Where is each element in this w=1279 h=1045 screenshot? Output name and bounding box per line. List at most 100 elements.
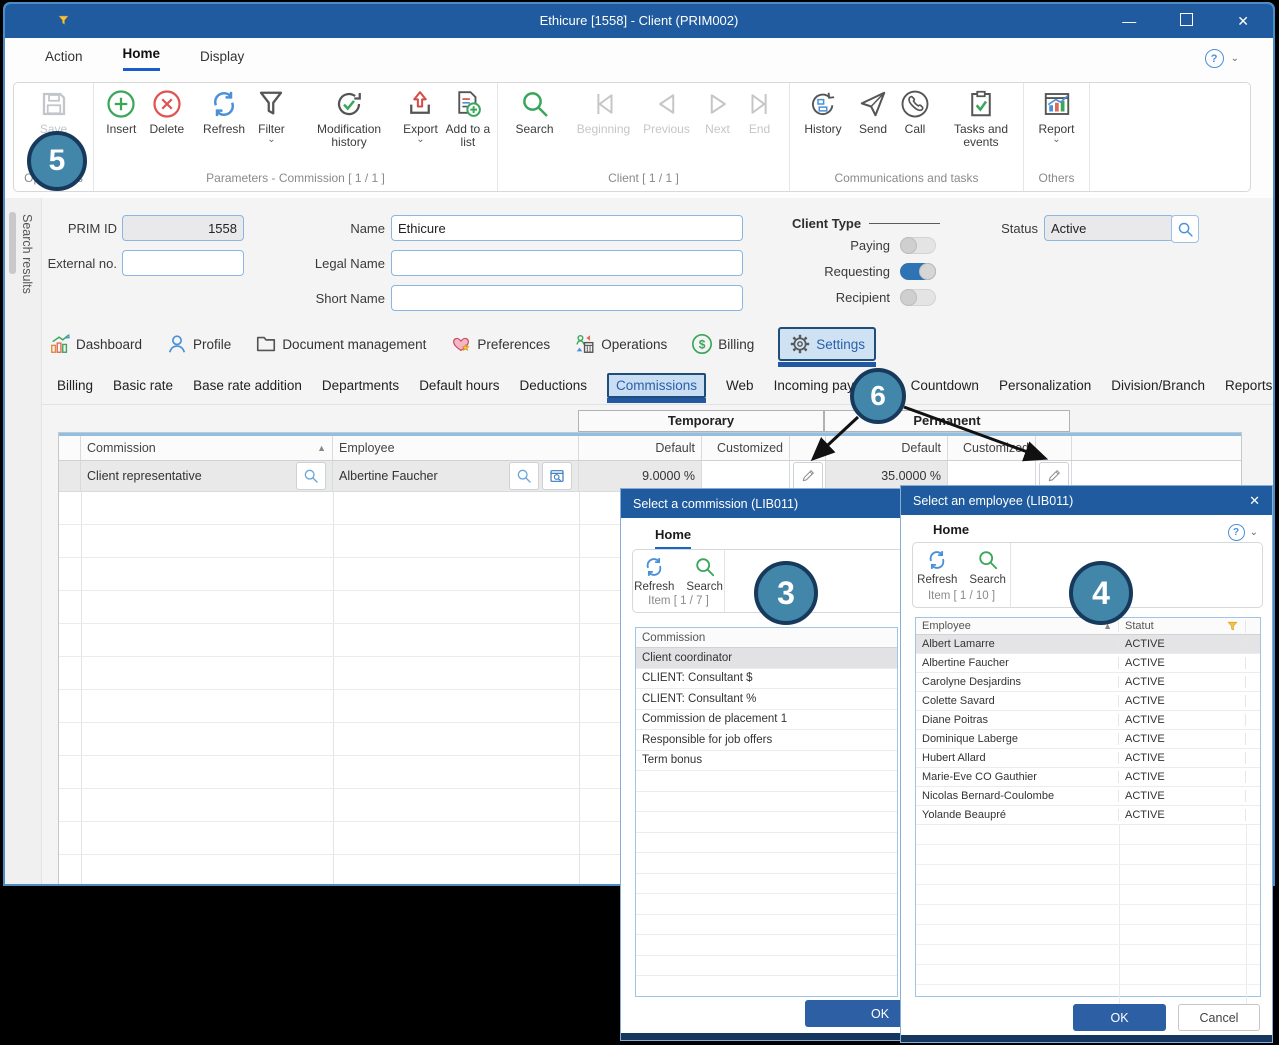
menu-tab-action[interactable]: Action xyxy=(45,49,83,71)
delete-button[interactable]: Delete xyxy=(146,88,189,136)
prim-id-field[interactable] xyxy=(122,215,244,241)
employee-search-button[interactable] xyxy=(509,462,539,490)
employee-row[interactable]: Yolande BeaupréACTIVE xyxy=(916,806,1260,825)
menu-tab-home[interactable]: Home xyxy=(123,46,161,71)
close-button[interactable]: ✕ xyxy=(1249,486,1260,515)
tab-preferences[interactable]: Preferences xyxy=(450,333,550,355)
commission-list-item[interactable]: Commission de placement 1 xyxy=(636,710,897,731)
maximize-button[interactable] xyxy=(1180,4,1193,38)
employee-name-cell: Dominique Laberge xyxy=(916,733,1119,745)
save-button[interactable]: Save xyxy=(29,88,79,136)
commission-list-item[interactable]: Client coordinator xyxy=(636,648,897,669)
status-column-header[interactable]: Statut xyxy=(1119,620,1246,633)
recipient-toggle[interactable] xyxy=(900,289,936,306)
name-field[interactable] xyxy=(391,215,743,241)
search-results-panel[interactable]: Search results xyxy=(5,198,42,884)
temp-default-column-header[interactable]: Default xyxy=(579,436,702,460)
help-control[interactable]: ? ⌄ xyxy=(1205,49,1239,68)
employee-column-header[interactable]: Employee xyxy=(333,436,579,460)
previous-button[interactable]: Previous xyxy=(639,88,695,136)
report-button[interactable]: Report ⌄ xyxy=(1031,88,1083,144)
tab-dashboard[interactable]: Dashboard xyxy=(49,333,142,355)
employee-row[interactable]: Hubert AllardACTIVE xyxy=(916,749,1260,768)
help-icon[interactable]: ? xyxy=(1228,524,1245,541)
employee-row[interactable]: Dominique LabergeACTIVE xyxy=(916,730,1260,749)
row-selector-cell[interactable] xyxy=(59,461,81,491)
dialog-search-button[interactable]: Search xyxy=(686,556,722,593)
employee-row[interactable]: Carolyne DesjardinsACTIVE xyxy=(916,673,1260,692)
subtab-base-rate-addition[interactable]: Base rate addition xyxy=(193,378,302,393)
employee-cell[interactable]: Albertine Faucher xyxy=(333,461,579,491)
modification-history-button[interactable]: Modification history xyxy=(302,88,396,150)
tasks-and-events-button[interactable]: Tasks and events xyxy=(945,88,1017,150)
employee-row[interactable]: Colette SavardACTIVE xyxy=(916,692,1260,711)
status-field[interactable] xyxy=(1044,215,1174,241)
export-button[interactable]: Export ⌄ xyxy=(399,88,442,144)
commission-cell[interactable]: Client representative xyxy=(81,461,333,491)
ribbon-group-label: Parameters - Commission [ 1 / 1 ] xyxy=(100,168,491,189)
ok-button[interactable]: OK xyxy=(805,1000,902,1027)
subtab-web[interactable]: Web xyxy=(726,378,754,393)
employee-browse-button[interactable] xyxy=(542,462,572,490)
employee-row[interactable]: Albertine FaucherACTIVE xyxy=(916,654,1260,673)
employee-empty-row xyxy=(916,945,1260,965)
filter-button[interactable]: Filter ⌄ xyxy=(252,88,291,144)
employee-row[interactable]: Marie-Eve CO GauthierACTIVE xyxy=(916,768,1260,787)
menu-tab-display[interactable]: Display xyxy=(200,49,244,71)
employee-row[interactable]: Diane PoitrasACTIVE xyxy=(916,711,1260,730)
subtab-billing[interactable]: Billing xyxy=(57,378,93,393)
dialog-refresh-button[interactable]: Refresh xyxy=(634,556,674,593)
dialog-search-button[interactable]: Search xyxy=(969,549,1005,586)
search-icon xyxy=(694,556,716,578)
commission-search-button[interactable] xyxy=(296,462,326,490)
refresh-button[interactable]: Refresh xyxy=(199,88,249,136)
subtab-departments[interactable]: Departments xyxy=(322,378,399,393)
paying-toggle[interactable] xyxy=(900,237,936,254)
end-button[interactable]: End xyxy=(741,88,779,136)
help-icon[interactable]: ? xyxy=(1205,49,1224,68)
ok-button[interactable]: OK xyxy=(1073,1004,1166,1031)
tab-operations[interactable]: Operations xyxy=(574,333,667,355)
tab-billing[interactable]: Billing xyxy=(691,333,754,355)
external-no-field[interactable] xyxy=(122,250,244,276)
help-control[interactable]: ? ⌄ xyxy=(1228,524,1258,541)
tab-document-management[interactable]: Document management xyxy=(255,333,426,355)
dialog-home-tab[interactable]: Home xyxy=(655,527,691,550)
subtab-basic-rate[interactable]: Basic rate xyxy=(113,378,173,393)
status-search-button[interactable] xyxy=(1171,215,1199,243)
subtab-division-branch[interactable]: Division/Branch xyxy=(1111,378,1205,393)
beginning-button[interactable]: Beginning xyxy=(572,88,636,136)
subtab-reports[interactable]: Reports xyxy=(1225,378,1272,393)
tab-profile[interactable]: Profile xyxy=(166,333,231,355)
requesting-toggle[interactable] xyxy=(900,263,936,280)
short-name-field[interactable] xyxy=(391,285,743,311)
subtab-commissions[interactable]: Commissions xyxy=(607,373,706,398)
call-button[interactable]: Call xyxy=(896,88,934,136)
subtab-default-hours[interactable]: Default hours xyxy=(419,378,499,393)
subtab-deductions[interactable]: Deductions xyxy=(519,378,587,393)
close-button[interactable]: ✕ xyxy=(1237,4,1249,38)
commission-list-item[interactable]: CLIENT: Consultant % xyxy=(636,689,897,710)
commission-list-header[interactable]: Commission xyxy=(636,628,897,648)
minimize-button[interactable]: — xyxy=(1122,4,1136,38)
commission-column-header[interactable]: Commission▲ xyxy=(81,436,333,460)
commission-list-item[interactable]: Term bonus xyxy=(636,751,897,772)
insert-button[interactable]: Insert xyxy=(100,88,143,136)
add-to-list-button[interactable]: Add to a list xyxy=(445,88,491,150)
legal-name-field[interactable] xyxy=(391,250,743,276)
employee-row[interactable]: Albert LamarreACTIVE xyxy=(916,635,1260,654)
employee-row[interactable]: Nicolas Bernard-CoulombeACTIVE xyxy=(916,787,1260,806)
next-button[interactable]: Next xyxy=(698,88,738,136)
commission-list-item[interactable]: Responsible for job offers xyxy=(636,730,897,751)
send-button[interactable]: Send xyxy=(853,88,893,136)
scrollbar-thumb[interactable] xyxy=(9,212,16,274)
commission-list-item[interactable]: CLIENT: Consultant $ xyxy=(636,669,897,690)
tab-settings[interactable]: Settings xyxy=(778,327,876,361)
cancel-button[interactable]: Cancel xyxy=(1178,1004,1260,1031)
dialog-refresh-button[interactable]: Refresh xyxy=(917,549,957,586)
history-button[interactable]: History xyxy=(796,88,850,136)
search-button[interactable]: Search xyxy=(509,88,561,136)
operations-icon xyxy=(574,333,596,355)
filter-icon[interactable] xyxy=(1226,620,1239,633)
temp-default-cell[interactable]: 9.0000 % xyxy=(579,461,702,491)
